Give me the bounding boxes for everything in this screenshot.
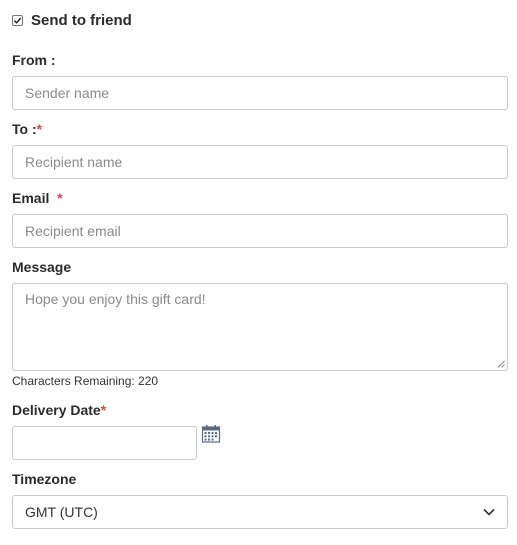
calendar-icon[interactable] [201, 424, 221, 449]
delivery-date-input[interactable] [12, 426, 197, 460]
timezone-label-text: Timezone [12, 471, 77, 487]
message-textarea[interactable]: Hope you enjoy this gift card! [12, 283, 508, 371]
send-to-friend-row: Send to friend [12, 12, 132, 29]
chevron-down-icon [483, 508, 495, 516]
delivery-date-label: Delivery Date* [12, 402, 106, 418]
recipient-email-placeholder: Recipient email [25, 223, 121, 239]
recipient-name-input[interactable]: Recipient name [12, 145, 508, 179]
send-to-friend-label: Send to friend [31, 12, 132, 29]
sender-name-placeholder: Sender name [25, 85, 110, 101]
from-label: From : [12, 52, 56, 68]
timezone-label: Timezone [12, 471, 76, 487]
required-mark: * [36, 121, 43, 137]
required-mark: * [57, 190, 63, 206]
characters-remaining: Characters Remaining: 220 [12, 374, 159, 388]
checkmark-icon [13, 17, 22, 24]
timezone-selected-value: GMT (UTC) [25, 504, 98, 520]
email-label: Email * [12, 190, 63, 206]
sender-name-input[interactable]: Sender name [12, 76, 508, 110]
email-label-text: Email [12, 190, 50, 206]
message-label-text: Message [12, 259, 72, 275]
timezone-select[interactable]: GMT (UTC) [12, 495, 508, 529]
recipient-email-input[interactable]: Recipient email [12, 214, 508, 248]
resize-handle-icon[interactable] [497, 360, 505, 368]
delivery-date-label-text: Delivery Date [12, 402, 101, 418]
to-label-text: To : [12, 121, 37, 137]
message-label: Message [12, 259, 71, 275]
message-placeholder: Hope you enjoy this gift card! [25, 291, 206, 307]
send-to-friend-checkbox[interactable] [12, 15, 23, 26]
from-label-text: From : [12, 52, 56, 68]
to-label: To :* [12, 121, 42, 137]
required-mark: * [100, 402, 107, 418]
recipient-name-placeholder: Recipient name [25, 154, 123, 170]
